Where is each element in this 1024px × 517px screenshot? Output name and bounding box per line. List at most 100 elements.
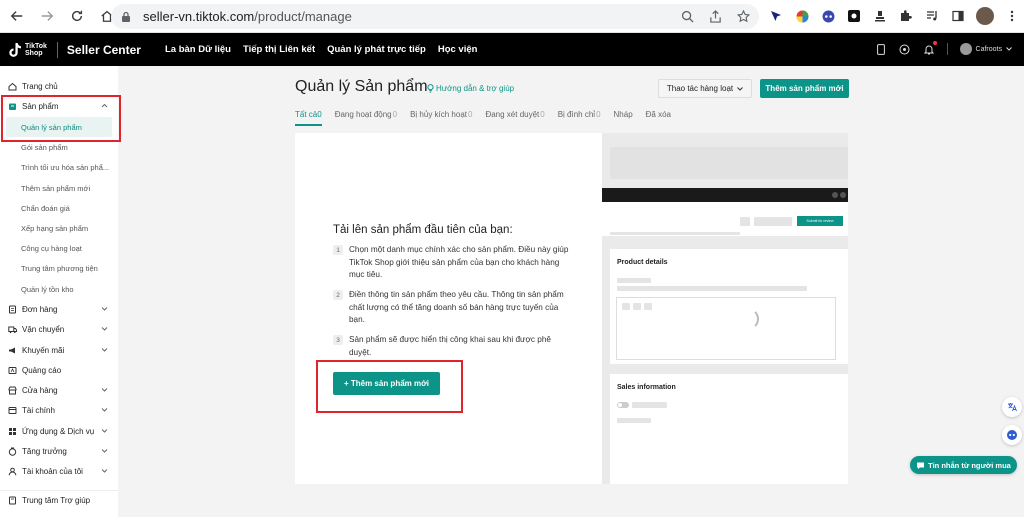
sidebar-subitem-bulk-tools[interactable]: Công cụ hàng loạt [0, 238, 118, 258]
preview-placeholder [617, 278, 651, 283]
orders-icon [8, 305, 17, 314]
loading-spinner-icon [737, 308, 759, 330]
nav-data-compass[interactable]: La bàn Dữ liệu [165, 44, 231, 55]
sidebar-subitem-product-ranking[interactable]: Xếp hạng sản phẩm [0, 218, 118, 238]
sidebar-item-help-center[interactable]: Trung tâm Trợ giúp [0, 490, 118, 510]
reload-icon[interactable] [68, 7, 86, 25]
sidebar-item-ads[interactable]: Quảng cáo [0, 360, 118, 380]
growth-icon [8, 447, 17, 456]
color-wheel-extension-icon[interactable] [794, 8, 810, 24]
profile-avatar[interactable] [976, 7, 994, 25]
sidebar-item-orders[interactable]: Đơn hàng [0, 299, 118, 319]
cursor-extension-icon[interactable] [768, 8, 784, 24]
bulk-actions-dropdown[interactable]: Thao tác hàng loạt [658, 79, 752, 98]
chevron-down-icon [101, 449, 108, 453]
tab-drafts[interactable]: Nháp [614, 110, 633, 119]
sidebar-item-label: Trang chủ [22, 81, 58, 91]
chevron-down-icon [737, 86, 743, 91]
preview-placeholder [740, 217, 750, 226]
sidebar-subitem-product-optimizer[interactable]: Trình tối ưu hóa sản phẩ... [0, 157, 118, 177]
sidebar-item-finance[interactable]: Tài chính [0, 400, 118, 420]
lock-icon [122, 11, 130, 22]
status-tabs: Tất cả0 Đang hoạt động0 Bị hủy kích hoạt… [295, 110, 684, 126]
lightbulb-icon [427, 84, 434, 93]
playlist-icon[interactable] [924, 8, 940, 24]
nav-affiliate-marketing[interactable]: Tiếp thị Liên kết [243, 44, 315, 55]
preview-placeholder [610, 147, 848, 179]
nav-academy[interactable]: Học viện [438, 44, 478, 55]
step-item: 1 Chọn một danh mục chính xác cho sản ph… [333, 244, 573, 282]
address-bar[interactable]: seller-vn.tiktok.com/product/manage [111, 4, 759, 29]
ads-icon [8, 366, 17, 375]
preview-placeholder [754, 217, 792, 226]
sidebar-item-home[interactable]: Trang chủ [0, 76, 118, 96]
bell-icon[interactable] [923, 41, 937, 56]
tab-in-review[interactable]: Đang xét duyệt0 [485, 110, 544, 119]
store-icon [8, 386, 17, 395]
buyer-messages-button[interactable]: Tin nhắn từ người mua [910, 456, 1017, 474]
sidebar-item-shipping[interactable]: Vận chuyển [0, 319, 118, 339]
help-book-icon [8, 496, 17, 505]
robot-extension-icon[interactable] [820, 8, 836, 24]
share-icon[interactable] [707, 8, 723, 24]
forward-icon[interactable] [38, 7, 56, 25]
step-text: Điền thông tin sản phẩm theo yêu cầu. Th… [349, 290, 564, 324]
sidebar-item-growth[interactable]: Tăng trưởng [0, 441, 118, 461]
tiktok-shop-logo[interactable]: TikTok Shop [8, 42, 47, 58]
preview-placeholder [617, 418, 651, 423]
tab-all[interactable]: Tất cả0 [295, 110, 322, 126]
preview-media-box [616, 297, 836, 360]
sidebar-item-label: Tài chính [22, 405, 55, 415]
preview-placeholder [622, 303, 630, 310]
sidebar-subitem-inventory[interactable]: Quản lý tồn kho [0, 279, 118, 299]
sidebar-item-promotions[interactable]: Khuyến mãi [0, 340, 118, 360]
tab-suspended[interactable]: Bị đình chỉ0 [558, 110, 601, 119]
puzzle-extensions-icon[interactable] [898, 8, 914, 24]
support-icon[interactable] [899, 42, 911, 56]
sidebar-item-store[interactable]: Cửa hàng [0, 380, 118, 400]
step-text: Chọn một danh mục chính xác cho sản phẩm… [349, 245, 569, 279]
chevron-down-icon [101, 307, 108, 311]
header-divider [946, 43, 948, 55]
phone-icon[interactable] [875, 42, 887, 56]
more-menu-icon[interactable] [1004, 8, 1020, 24]
sidebar-subitem-price-diagnosis[interactable]: Chẩn đoán giá [0, 198, 118, 218]
add-product-button[interactable]: Thêm sản phẩm mới [760, 79, 849, 98]
help-guide-link[interactable]: Hướng dẫn & trợ giúp [427, 84, 514, 93]
preview-placeholder [632, 402, 667, 408]
store-switcher[interactable]: Cafroots [959, 43, 1012, 55]
preview-placeholder [617, 286, 807, 291]
bookmark-star-icon[interactable] [735, 8, 751, 24]
product-form-preview: Submit for review Product details Sales … [602, 133, 848, 484]
translate-icon[interactable] [1002, 397, 1022, 417]
truck-icon [8, 325, 17, 334]
page-title: Quản lý Sản phẩm [295, 78, 428, 95]
tab-deactivated[interactable]: Bị hủy kích hoạt0 [410, 110, 472, 119]
tab-active[interactable]: Đang hoạt động0 [335, 110, 397, 119]
store-avatar [959, 43, 972, 55]
megaphone-icon [8, 346, 17, 355]
sidepanel-icon[interactable] [950, 8, 966, 24]
step-item: 3 Sản phẩm sẽ được hiển thị công khai sa… [333, 334, 573, 359]
back-icon[interactable] [8, 7, 26, 25]
preview-placeholder [633, 303, 641, 310]
nav-live-management[interactable]: Quản lý phát trực tiếp [327, 44, 426, 55]
chevron-down-icon [101, 469, 108, 473]
url-text: seller-vn.tiktok.com/product/manage [143, 9, 352, 24]
logo-divider [56, 41, 58, 58]
preview-toolbar: Submit for review [602, 202, 848, 236]
assistant-robot-icon[interactable] [1002, 425, 1022, 445]
dark-extension-icon[interactable] [846, 8, 862, 24]
apps-grid-icon [8, 427, 17, 436]
stamp-extension-icon[interactable] [872, 8, 888, 24]
buyer-messages-label: Tin nhắn từ người mua [928, 460, 1011, 470]
sidebar-subitem-add-product[interactable]: Thêm sản phẩm mới [0, 178, 118, 198]
sidebar-subitem-media-center[interactable]: Trung tâm phương tiện [0, 258, 118, 278]
sidebar-item-apps-services[interactable]: Ứng dụng & Dịch vụ [0, 421, 118, 441]
zoom-icon[interactable] [679, 8, 695, 24]
tab-deleted[interactable]: Đã xóa [646, 110, 671, 119]
step-number: 1 [333, 245, 343, 255]
chevron-down-icon [101, 408, 108, 412]
sidebar-item-my-account[interactable]: Tài khoản của tôi [0, 461, 118, 481]
sidebar-item-label: Ứng dụng & Dịch vụ [22, 426, 95, 436]
